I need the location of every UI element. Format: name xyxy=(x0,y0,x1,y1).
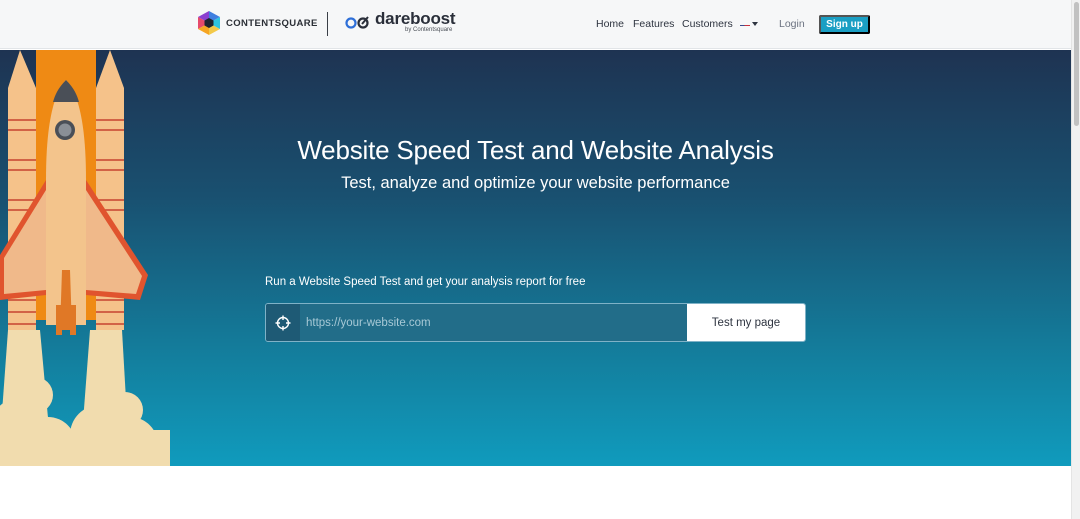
cta-text: Run a Website Speed Test and get your an… xyxy=(265,276,586,288)
nav-features[interactable]: Features xyxy=(633,18,674,30)
us-flag-icon[interactable] xyxy=(740,19,750,26)
signup-button[interactable]: Sign up xyxy=(819,15,870,34)
nav-customers[interactable]: Customers xyxy=(682,18,733,30)
crosshair-icon xyxy=(266,304,300,341)
brand-divider xyxy=(327,12,328,36)
site-header: CONTENTSQUARE dareboost by Contentsquare… xyxy=(0,0,1071,49)
hero-subtitle: Test, analyze and optimize your website … xyxy=(341,174,730,192)
contentsquare-logo[interactable]: CONTENTSQUARE xyxy=(198,11,318,35)
nav-home[interactable]: Home xyxy=(596,18,624,30)
test-my-page-button[interactable]: Test my page xyxy=(687,304,805,341)
nav-login[interactable]: Login xyxy=(779,18,805,30)
dareboost-name: dareboost xyxy=(375,9,456,28)
dareboost-logo[interactable]: dareboost by Contentsquare xyxy=(345,9,456,33)
contentsquare-hex-icon xyxy=(198,11,220,35)
rocket-illustration xyxy=(0,50,170,466)
dareboost-icon xyxy=(345,15,369,29)
contentsquare-label: CONTENTSQUARE xyxy=(226,17,318,29)
hero-title: Website Speed Test and Website Analysis xyxy=(297,135,774,165)
url-input[interactable] xyxy=(300,304,687,341)
page-scrollbar[interactable] xyxy=(1071,0,1080,519)
scrollbar-thumb[interactable] xyxy=(1074,2,1079,126)
url-form: Test my page xyxy=(265,303,806,342)
hero-section: Website Speed Test and Website Analysis … xyxy=(0,50,1071,466)
dareboost-byline: by Contentsquare xyxy=(405,27,453,33)
language-dropdown-caret-icon[interactable] xyxy=(752,22,758,26)
